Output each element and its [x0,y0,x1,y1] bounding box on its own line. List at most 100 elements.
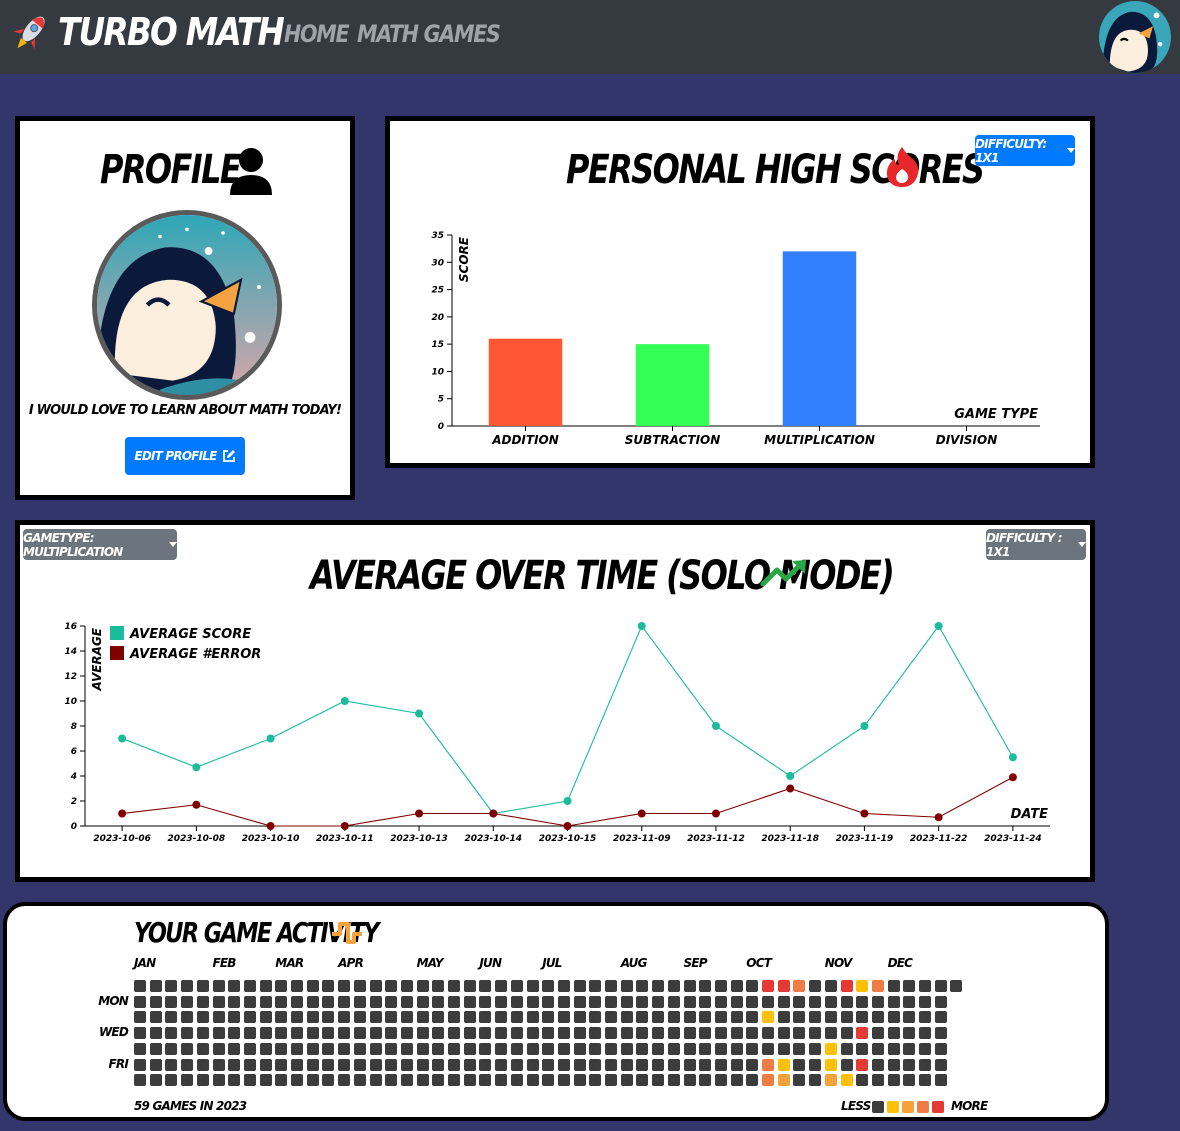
activity-day-cell[interactable] [149,1074,162,1087]
activity-day-cell[interactable] [275,980,288,992]
activity-day-cell[interactable] [620,1058,633,1071]
activity-day-cell[interactable] [542,1058,555,1071]
activity-day-cell[interactable] [620,995,633,1008]
activity-day-cell[interactable] [887,1011,900,1024]
activity-day-cell[interactable] [243,1027,256,1040]
activity-day-cell[interactable] [463,1074,476,1087]
activity-day-cell[interactable] [510,1058,523,1071]
activity-day-cell[interactable] [573,980,586,992]
activity-day-cell[interactable] [181,980,194,992]
activity-day-cell[interactable] [589,1074,602,1087]
activity-day-cell[interactable] [824,995,837,1008]
activity-day-cell[interactable] [683,1042,696,1055]
activity-day-cell[interactable] [416,1058,429,1071]
activity-day-cell[interactable] [762,1042,774,1055]
activity-day-cell[interactable] [557,1011,570,1024]
activity-day-cell[interactable] [526,1027,539,1040]
activity-day-cell[interactable] [824,1074,837,1087]
activity-day-cell[interactable] [322,1074,335,1087]
activity-day-cell[interactable] [605,1074,617,1087]
activity-day-cell[interactable] [149,980,162,992]
activity-day-cell[interactable] [699,1042,712,1055]
activity-day-cell[interactable] [589,995,602,1008]
activity-day-cell[interactable] [809,1027,822,1040]
activity-day-cell[interactable] [495,980,508,992]
activity-day-cell[interactable] [809,995,822,1008]
activity-day-cell[interactable] [620,980,633,992]
activity-day-cell[interactable] [228,1058,241,1071]
activity-day-cell[interactable] [306,980,319,992]
activity-day-cell[interactable] [385,1027,398,1040]
activity-day-cell[interactable] [573,1027,586,1040]
activity-day-cell[interactable] [887,980,900,992]
activity-day-cell[interactable] [777,1011,790,1024]
activity-day-cell[interactable] [291,995,303,1008]
activity-day-cell[interactable] [856,1058,869,1071]
activity-day-cell[interactable] [903,1074,916,1087]
activity-day-cell[interactable] [228,980,241,992]
activity-day-cell[interactable] [542,980,555,992]
activity-day-cell[interactable] [479,1011,492,1024]
activity-day-cell[interactable] [322,995,335,1008]
activity-day-cell[interactable] [463,1011,476,1024]
activity-day-cell[interactable] [243,995,256,1008]
activity-day-cell[interactable] [730,1058,743,1071]
activity-day-cell[interactable] [887,1074,900,1087]
activity-day-cell[interactable] [510,980,523,992]
activity-day-cell[interactable] [228,1011,241,1024]
activity-day-cell[interactable] [746,1058,759,1071]
activity-day-cell[interactable] [667,980,680,992]
activity-day-cell[interactable] [667,1058,680,1071]
activity-day-cell[interactable] [400,1027,413,1040]
activity-day-cell[interactable] [275,1027,288,1040]
activity-day-cell[interactable] [777,1042,790,1055]
activity-day-cell[interactable] [809,1058,822,1071]
activity-day-cell[interactable] [699,1027,712,1040]
activity-day-cell[interactable] [243,1011,256,1024]
activity-day-cell[interactable] [934,1074,947,1087]
activity-day-cell[interactable] [243,1074,256,1087]
activity-day-cell[interactable] [919,1011,931,1024]
activity-day-cell[interactable] [385,1042,398,1055]
activity-day-cell[interactable] [369,1058,382,1071]
activity-day-cell[interactable] [416,1074,429,1087]
activity-day-cell[interactable] [526,980,539,992]
activity-day-cell[interactable] [652,1058,665,1071]
activity-day-cell[interactable] [589,980,602,992]
activity-day-cell[interactable] [526,1074,539,1087]
activity-day-cell[interactable] [385,995,398,1008]
activity-day-cell[interactable] [181,995,194,1008]
activity-day-cell[interactable] [871,995,884,1008]
activity-day-cell[interactable] [495,1058,508,1071]
activity-day-cell[interactable] [714,980,727,992]
activity-day-cell[interactable] [667,1027,680,1040]
activity-day-cell[interactable] [306,1042,319,1055]
activity-day-cell[interactable] [448,980,460,992]
activity-day-cell[interactable] [636,1058,649,1071]
activity-day-cell[interactable] [667,1011,680,1024]
activity-day-cell[interactable] [934,995,947,1008]
activity-day-cell[interactable] [730,1027,743,1040]
activity-day-cell[interactable] [212,1011,225,1024]
activity-day-cell[interactable] [275,1011,288,1024]
activity-day-cell[interactable] [369,1042,382,1055]
activity-day-cell[interactable] [134,1058,146,1071]
activity-day-cell[interactable] [809,1074,822,1087]
activity-day-cell[interactable] [762,1027,774,1040]
activity-day-cell[interactable] [495,1074,508,1087]
activity-day-cell[interactable] [259,1027,272,1040]
activity-day-cell[interactable] [369,980,382,992]
activity-day-cell[interactable] [620,1042,633,1055]
activity-day-cell[interactable] [589,1011,602,1024]
activity-day-cell[interactable] [212,1074,225,1087]
activity-day-cell[interactable] [652,995,665,1008]
activity-day-cell[interactable] [181,1058,194,1071]
user-avatar[interactable] [1099,1,1171,73]
activity-day-cell[interactable] [809,980,822,992]
activity-day-cell[interactable] [809,1011,822,1024]
activity-day-cell[interactable] [448,1058,460,1071]
activity-day-cell[interactable] [934,1042,947,1055]
activity-day-cell[interactable] [432,1042,445,1055]
activity-day-cell[interactable] [338,1042,351,1055]
activity-day-cell[interactable] [699,995,712,1008]
